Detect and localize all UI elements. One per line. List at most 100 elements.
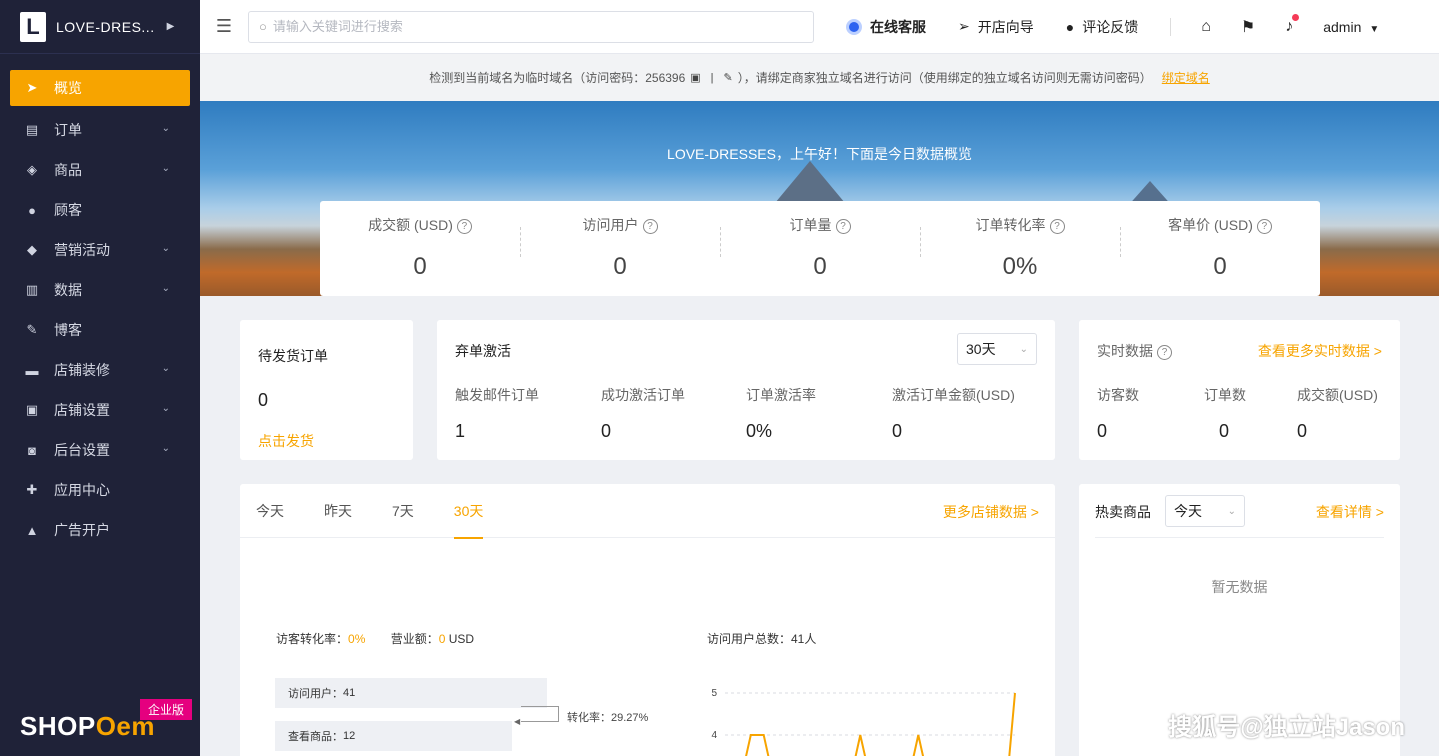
help-icon[interactable]: ? — [835, 219, 851, 234]
store-guide-button[interactable]: ➢ 开店向导 — [958, 17, 1034, 37]
funnel-label: 访问用户： — [288, 688, 343, 700]
tab-yesterday[interactable]: 昨天 — [324, 484, 352, 538]
stat-label: 访问用户 — [582, 217, 639, 233]
watermark-text: 搜狐号@独立站Jason — [1168, 714, 1405, 741]
funnel-label: 查看商品： — [288, 731, 343, 743]
edit-icon[interactable]: ✎ — [724, 71, 733, 84]
customer-service-button[interactable]: 在线客服 — [846, 17, 926, 37]
funnel-step-visitors: 访问用户： 41 — [275, 678, 547, 708]
bind-domain-link[interactable]: 绑定域名 — [1162, 69, 1210, 86]
shopoem-logo: SHOPOem — [20, 711, 155, 742]
logo-text-accent: Oem — [95, 711, 155, 741]
period-select[interactable]: 今天 ⌄ — [1165, 495, 1245, 527]
sidebar-item-store-settings[interactable]: ▣ 店铺设置 ⌄ — [0, 390, 200, 430]
realtime-card: 实时数据? 查看更多实时数据 > 访客数 0 订单数 0 成交额(USD) 0 — [1079, 320, 1400, 460]
pending-orders-card: 待发货订单 0 点击发货 — [240, 320, 413, 460]
sidebar-item-label: 店铺设置 — [54, 402, 110, 418]
sidebar-item-orders[interactable]: ▤ 订单 ⌄ — [0, 110, 200, 150]
sidebar-item-overview[interactable]: ➤ 概览 — [10, 70, 190, 106]
visitor-total: 访问用户总数：41人 — [707, 632, 817, 646]
comment-icon: ● — [1065, 18, 1075, 35]
chevron-down-icon: ⌄ — [161, 363, 170, 374]
search-input[interactable] — [272, 19, 773, 34]
card-title: 待发货订单 — [258, 348, 328, 364]
help-icon[interactable]: ? — [1256, 219, 1272, 234]
metric-label: 成功激活订单 — [601, 387, 685, 403]
sidebar-item-ads[interactable]: ▲ 广告开户 — [0, 510, 200, 550]
sidebar: L LOVE-DRES... ▶ ➤ 概览 ▤ 订单 ⌄ ◈ 商品 ⌄ ● 顾客… — [0, 0, 200, 756]
metric-value: 0 — [1297, 421, 1308, 441]
search-box: ○ — [248, 10, 814, 43]
store-switcher[interactable]: L LOVE-DRES... ▶ — [0, 0, 200, 54]
stat-conversion: 订单转化率? 0% — [920, 201, 1120, 296]
conversion-value: 0% — [348, 632, 366, 646]
visitor-line-chart: 45 — [711, 688, 1016, 756]
tab-30days[interactable]: 30天 — [453, 484, 483, 539]
bell-icon[interactable]: ♪ — [1285, 13, 1300, 36]
stat-value: 0 — [413, 253, 427, 280]
tab-7days[interactable]: 7天 — [392, 484, 414, 538]
menu-toggle-icon[interactable]: ☰ — [200, 16, 248, 37]
chevron-down-icon: ⌄ — [1227, 505, 1236, 517]
view-details-link[interactable]: 查看详情 > — [1316, 502, 1384, 522]
flag-icon[interactable]: ⚑ — [1241, 17, 1255, 37]
paper-plane-icon: ➢ — [958, 18, 970, 34]
copy-icon[interactable]: ▣ — [690, 71, 700, 84]
feedback-button[interactable]: ● 评论反馈 — [1066, 17, 1138, 37]
user-menu[interactable]: admin ▼ — [1323, 19, 1379, 35]
more-store-data-link[interactable]: 更多店铺数据 > — [943, 502, 1039, 522]
sidebar-item-label: 广告开户 — [54, 522, 110, 538]
home-icon[interactable]: ⌂ — [1201, 18, 1211, 36]
ship-now-link[interactable]: 点击发货 — [258, 431, 314, 451]
empty-state: 暂无数据 — [1211, 579, 1268, 595]
sidebar-item-admin-settings[interactable]: ◙ 后台设置 ⌄ — [0, 430, 200, 470]
card-title: 实时数据 — [1097, 343, 1153, 359]
box-icon: ◈ — [27, 162, 37, 177]
divider: | — [710, 71, 714, 84]
abandoned-cart-card: 弃单激活 30天 ⌄ 触发邮件订单 1 成功激活订单 0 订单激活率 0% 激活订… — [437, 320, 1055, 460]
sidebar-item-label: 数据 — [54, 282, 82, 298]
tab-today[interactable]: 今天 — [256, 484, 284, 538]
divider — [1170, 17, 1172, 36]
main-content: 检测到当前域名为临时域名（访问密码：256396 ▣ | ✎ ），请绑定商家独立… — [200, 54, 1439, 756]
help-icon[interactable]: ? — [1157, 345, 1172, 360]
stat-value: 0 — [813, 253, 827, 280]
funnel-rate-value: 29.27% — [611, 712, 649, 724]
metric-value: 0 — [1097, 421, 1108, 441]
paint-roller-icon: ▬ — [25, 362, 39, 378]
logo-text: SHOP — [20, 711, 96, 741]
chevron-down-icon: ⌄ — [161, 443, 170, 454]
wrench-icon: ✚ — [26, 482, 38, 497]
sidebar-item-label: 应用中心 — [54, 482, 110, 498]
card-title: 弃单激活 — [455, 343, 511, 359]
period-select[interactable]: 30天 ⌄ — [957, 333, 1037, 365]
stat-label: 客单价 (USD) — [1168, 217, 1253, 233]
topbar: ☰ ○ 在线客服 ➢ 开店向导 ● 评论反馈 ⌂ ⚑ ♪ admin ▼ — [200, 0, 1439, 54]
sidebar-item-products[interactable]: ◈ 商品 ⌄ — [0, 150, 200, 190]
chevron-down-icon: ⌄ — [1019, 343, 1028, 355]
chat-bubble-icon — [846, 18, 862, 35]
help-icon[interactable]: ? — [642, 219, 658, 234]
stat-label: 成交额 (USD) — [368, 217, 453, 233]
stat-value: 0 — [1213, 253, 1227, 280]
sidebar-item-app-center[interactable]: ✚ 应用中心 — [0, 470, 200, 510]
chevron-down-icon: ⌄ — [161, 243, 170, 254]
period-tabs: 今天 昨天 7天 30天 更多店铺数据 > — [240, 484, 1055, 539]
y-tick-label: 5 — [711, 688, 717, 699]
sidebar-item-data[interactable]: ▥ 数据 ⌄ — [0, 270, 200, 310]
sidebar-item-decoration[interactable]: ▬ 店铺装修 ⌄ — [0, 350, 200, 390]
conversion-label: 访客转化率： — [276, 632, 349, 646]
metric-value: 1 — [455, 421, 466, 441]
help-icon[interactable]: ? — [456, 219, 472, 234]
more-realtime-link[interactable]: 查看更多实时数据 > — [1258, 341, 1382, 361]
funnel-rate-label: 转化率： — [567, 712, 611, 724]
sidebar-item-blog[interactable]: ✎ 博客 — [0, 310, 200, 350]
sidebar-item-customers[interactable]: ● 顾客 — [0, 190, 200, 230]
sidebar-item-label: 后台设置 — [54, 442, 110, 458]
visitor-series-line — [745, 692, 1016, 756]
sidebar-item-label: 商品 — [54, 162, 82, 178]
sidebar-item-marketing[interactable]: ◆ 营销活动 ⌄ — [0, 230, 200, 270]
y-tick-label: 4 — [711, 730, 717, 741]
hero-banner: LOVE-DRESSES，上午好！下面是今日数据概览 成交额 (USD)? 0 … — [200, 101, 1439, 296]
help-icon[interactable]: ? — [1049, 219, 1065, 234]
